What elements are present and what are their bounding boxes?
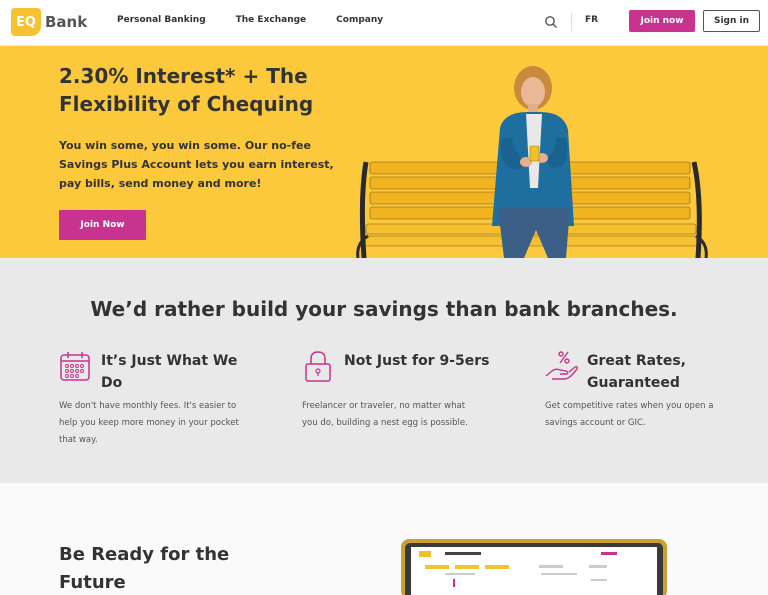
hero-join-button[interactable]: Join Now [59, 210, 146, 240]
header-divider [571, 13, 572, 31]
main-nav: Personal Banking The Exchange Company [117, 15, 413, 25]
feature-description: Get competitive rates when you open a sa… [545, 401, 714, 428]
features-title: We’d rather build your savings than bank… [90, 297, 678, 321]
nav-the-exchange[interactable]: The Exchange [236, 15, 307, 25]
woman-on-bench-image [356, 66, 708, 258]
lock-icon [305, 351, 331, 382]
eq-bank-logo[interactable]: EQ Bank [11, 8, 87, 36]
hero-title: 2.30% Interest* + The Flexibility of Che… [59, 64, 314, 116]
percent-hand-icon [545, 351, 578, 380]
nav-company[interactable]: Company [336, 15, 383, 25]
feature-title: It’s Just What We Do [101, 353, 238, 391]
logo-mark: EQ [11, 8, 41, 36]
features-section: We’d rather build your savings than bank… [0, 258, 768, 483]
calendar-icon [60, 352, 90, 381]
feature-title: Great Rates, Guaranteed [587, 353, 686, 391]
future-section: Be Ready for the Future [0, 483, 768, 595]
hero-subtitle: You win some, you win some. Our no-fee S… [59, 139, 334, 190]
future-title: Be Ready for the Future [59, 544, 230, 593]
search-icon[interactable] [544, 15, 558, 29]
sign-in-button[interactable]: Sign in [703, 10, 760, 32]
feature-description: We don't have monthly fees. It's easier … [59, 401, 239, 445]
join-now-button[interactable]: Join now [629, 10, 695, 32]
logo-text: Bank [45, 13, 88, 31]
feature-title: Not Just for 9-5ers [344, 353, 490, 369]
hero-section: 2.30% Interest* + The Flexibility of Che… [0, 46, 768, 258]
site-header: EQ Bank Personal Banking The Exchange Co… [0, 0, 768, 46]
laptop-dashboard-image [401, 539, 667, 595]
language-toggle[interactable]: FR [585, 15, 598, 25]
nav-personal-banking[interactable]: Personal Banking [117, 15, 206, 25]
feature-description: Freelancer or traveler, no matter what y… [302, 401, 468, 428]
